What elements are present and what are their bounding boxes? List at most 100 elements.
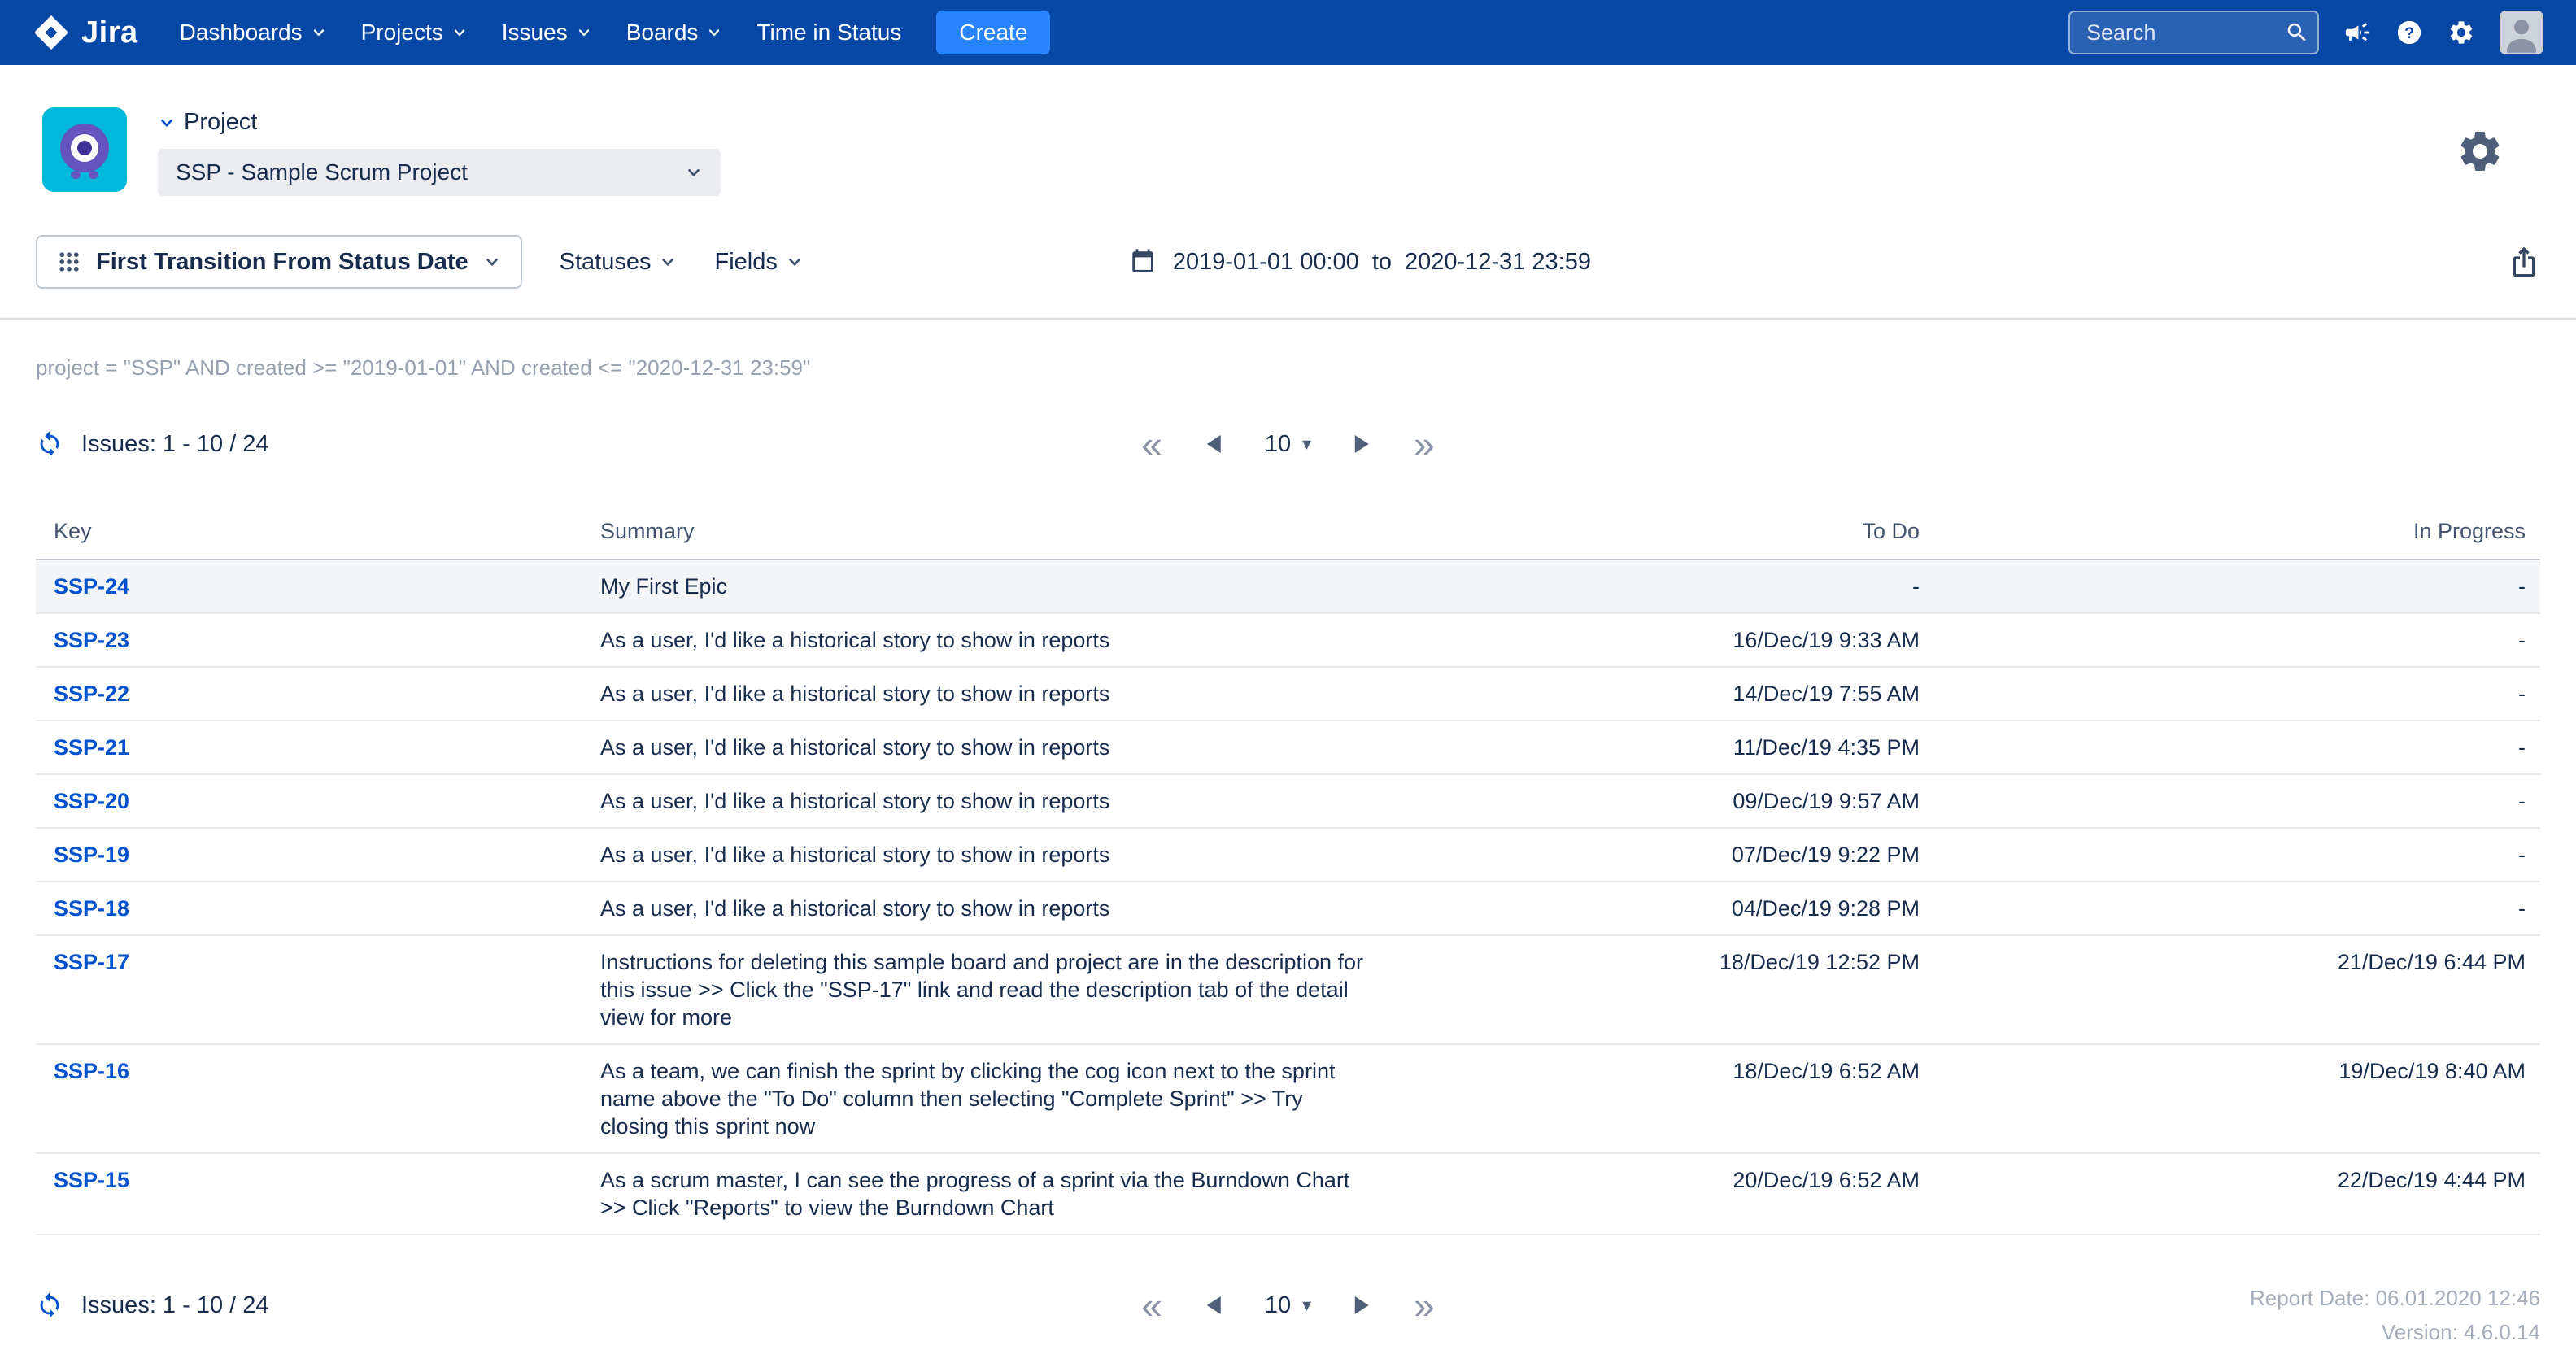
fields-label: Fields [714, 249, 777, 276]
export-icon[interactable] [2508, 246, 2540, 278]
date-range-control[interactable]: 2019-01-01 00:00 to 2020-12-31 23:59 [1129, 248, 1591, 276]
issue-summary: As a user, I'd like a historical story t… [600, 680, 1365, 708]
issue-summary: As a team, we can finish the sprint by c… [600, 1057, 1365, 1140]
refresh-icon[interactable] [36, 430, 63, 458]
todo-value: 18/Dec/19 6:52 AM [1381, 1044, 1934, 1153]
issue-key-link[interactable]: SSP-19 [54, 843, 129, 867]
report-type-label: First Transition From Status Date [96, 249, 469, 276]
project-select-value: SSP - Sample Scrum Project [176, 159, 468, 185]
nav-item-projects[interactable]: Projects [344, 0, 485, 65]
report-version: Version: 4.6.0.14 [2250, 1315, 2540, 1349]
issue-key-link[interactable]: SSP-22 [54, 682, 129, 706]
issues-bar-top: Issues: 1 - 10 / 24 « 10 ▾ » [0, 420, 2576, 468]
pagination: « 10 ▾ » [1141, 1287, 1435, 1324]
issue-summary: As a scrum master, I can see the progres… [600, 1166, 1365, 1222]
grid-icon [57, 250, 81, 274]
column-header-key: Key [36, 501, 600, 560]
main-content: Project SSP - Sample Scrum Project First… [0, 65, 2576, 1330]
report-type-dropdown[interactable]: First Transition From Status Date [36, 235, 522, 289]
issue-key-link[interactable]: SSP-18 [54, 896, 129, 921]
issue-key-link[interactable]: SSP-16 [54, 1059, 129, 1083]
issue-summary: As a user, I'd like a historical story t… [600, 841, 1365, 869]
chevron-down-icon [706, 24, 722, 41]
issue-summary: As a user, I'd like a historical story t… [600, 734, 1365, 761]
prev-page-button[interactable] [1205, 433, 1223, 455]
refresh-icon[interactable] [36, 1291, 63, 1319]
last-page-button[interactable]: » [1414, 425, 1435, 463]
issue-key-link[interactable]: SSP-21 [54, 735, 129, 760]
inprogress-value: - [1934, 828, 2540, 882]
issue-key-link[interactable]: SSP-23 [54, 628, 129, 652]
user-avatar[interactable] [2500, 11, 2543, 54]
page-size-value: 10 [1265, 1292, 1291, 1319]
search-icon[interactable] [2285, 20, 2309, 45]
issue-key-link[interactable]: SSP-15 [54, 1168, 129, 1192]
issue-key-link[interactable]: SSP-17 [54, 950, 129, 974]
table-row: SSP-24My First Epic-- [36, 560, 2540, 613]
gear-icon[interactable] [2447, 19, 2475, 46]
statuses-dropdown[interactable]: Statuses [560, 249, 678, 276]
issue-key-link[interactable]: SSP-24 [54, 574, 129, 599]
report-date: Report Date: 06.01.2020 12:46 [2250, 1281, 2540, 1315]
last-page-button[interactable]: » [1414, 1287, 1435, 1324]
table-row: SSP-22 As a user, I'd like a historical s… [36, 667, 2540, 721]
page-size-select[interactable]: 10 ▾ [1265, 1292, 1311, 1319]
issues-table: Key Summary To Do In Progress SSP-24My F… [36, 501, 2540, 1235]
todo-value: 11/Dec/19 4:35 PM [1381, 721, 1934, 774]
report-settings-gear-icon[interactable] [2456, 127, 2504, 176]
nav-item-dashboards[interactable]: Dashboards [163, 0, 344, 65]
inprogress-value: - [1934, 774, 2540, 828]
help-icon[interactable]: ? [2395, 19, 2423, 46]
chevron-down-icon [786, 253, 804, 271]
todo-value: - [1381, 560, 1934, 613]
issue-key-link[interactable]: SSP-20 [54, 789, 129, 813]
chevron-down-icon [451, 24, 468, 41]
report-header: Project SSP - Sample Scrum Project First… [0, 65, 2576, 320]
project-select[interactable]: SSP - Sample Scrum Project [158, 149, 721, 196]
project-section-toggle[interactable]: Project [158, 109, 721, 136]
nav-item-label: Time in Status [756, 20, 901, 46]
create-button[interactable]: Create [936, 11, 1050, 54]
search-box [2068, 11, 2319, 54]
column-header-todo: To Do [1381, 501, 1934, 560]
chevron-down-icon [158, 114, 176, 132]
prev-page-button[interactable] [1205, 1295, 1223, 1316]
project-avatar [42, 107, 127, 192]
search-input[interactable] [2068, 11, 2319, 54]
todo-value: 20/Dec/19 6:52 AM [1381, 1153, 1934, 1235]
first-page-button[interactable]: « [1141, 1287, 1162, 1324]
fields-dropdown[interactable]: Fields [714, 249, 803, 276]
svg-text:?: ? [2404, 24, 2414, 42]
inprogress-value: - [1934, 882, 2540, 935]
todo-value: 14/Dec/19 7:55 AM [1381, 667, 1934, 721]
first-page-button[interactable]: « [1141, 425, 1162, 463]
announcements-icon[interactable] [2343, 19, 2371, 46]
nav-item-boards[interactable]: Boards [609, 0, 740, 65]
caret-down-icon: ▾ [1302, 1295, 1311, 1316]
nav-item-time-in-status[interactable]: Time in Status [739, 0, 918, 65]
next-page-button[interactable] [1353, 433, 1371, 455]
page-size-select[interactable]: 10 ▾ [1265, 431, 1311, 458]
issues-bar-bottom: Issues: 1 - 10 / 24 « 10 ▾ » Report Date… [0, 1281, 2576, 1330]
issue-summary: As a user, I'd like a historical story t… [600, 895, 1365, 922]
todo-value: 18/Dec/19 12:52 PM [1381, 935, 1934, 1044]
inprogress-value: - [1934, 667, 2540, 721]
chevron-down-icon [659, 253, 677, 271]
project-label: Project [184, 109, 257, 136]
main-menu: Dashboards Projects Issues Boards Time i… [163, 0, 919, 65]
table-row: SSP-15 As a scrum master, I can see the p… [36, 1153, 2540, 1235]
jql-query-text: project = "SSP" AND created >= "2019-01-… [36, 355, 2540, 381]
table-row: SSP-19 As a user, I'd like a historical s… [36, 828, 2540, 882]
page-size-value: 10 [1265, 431, 1291, 458]
next-page-button[interactable] [1353, 1295, 1371, 1316]
jira-logo-icon [33, 14, 70, 51]
table-row: SSP-16 As a team, we can finish the sprin… [36, 1044, 2540, 1153]
jira-brand[interactable]: Jira [33, 14, 138, 51]
nav-right-controls: ? [2068, 11, 2543, 54]
statuses-label: Statuses [560, 249, 652, 276]
nav-item-issues[interactable]: Issues [485, 0, 609, 65]
table-row: SSP-23As a user, I'd like a historical s… [36, 613, 2540, 667]
report-meta: Report Date: 06.01.2020 12:46 Version: 4… [2250, 1281, 2540, 1349]
todo-value: 16/Dec/19 9:33 AM [1381, 613, 1934, 667]
chevron-down-icon [483, 253, 501, 271]
